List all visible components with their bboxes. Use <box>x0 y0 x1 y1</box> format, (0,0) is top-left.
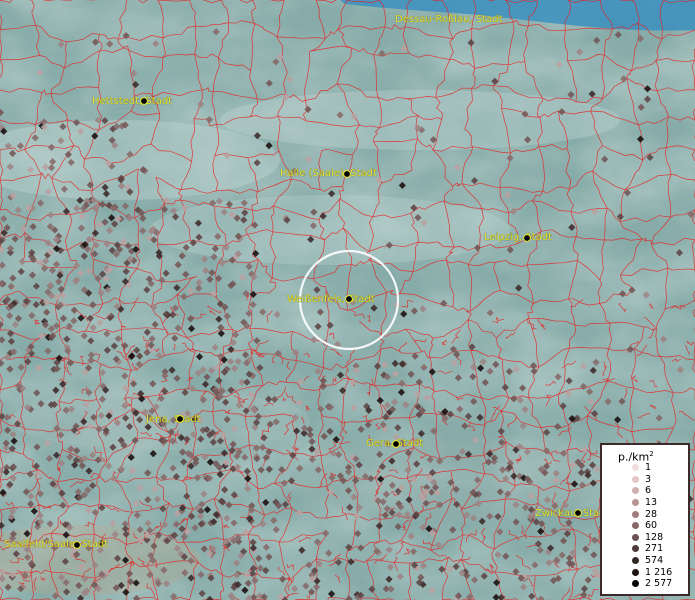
city-marker-weissenfels <box>345 295 353 303</box>
legend-swatch <box>632 568 639 576</box>
legend-swatch <box>632 522 639 530</box>
legend-label: 1 216 <box>645 566 673 578</box>
legend-label: 3 <box>645 473 652 485</box>
legend-item: 3 <box>608 474 684 486</box>
city-gera[interactable]: Gera, Stadt <box>366 438 424 449</box>
legend-rows: 1 3 6 13 28 60 128 271 574 1 216 2 577 <box>608 462 684 590</box>
legend-label: 271 <box>645 543 664 555</box>
city-saalfeld[interactable]: Saalfeld/Saale, Stadt <box>4 539 109 550</box>
city-halle[interactable]: Halle (Saale), Stadt <box>280 168 377 179</box>
legend-item: 28 <box>608 508 684 520</box>
legend-swatch <box>632 557 639 565</box>
city-label-zwickau: Zwickau, Stadt <box>535 508 609 519</box>
population-density-map[interactable]: Dessau-Roßlau, Stadt Hettstedt, Stadt Ha… <box>0 0 695 600</box>
city-label-leipzig: Leipzig, Stadt <box>484 232 552 243</box>
density-legend: p./km2 1 3 6 13 28 60 128 271 574 1 216 … <box>600 443 690 596</box>
legend-label: 13 <box>645 497 658 509</box>
legend-swatch <box>632 499 639 507</box>
legend-item: 2 577 <box>608 578 684 590</box>
legend-label: 1 <box>645 462 652 474</box>
city-weissenfels[interactable]: Weißenfels, Stadt <box>287 294 375 305</box>
city-zwickau[interactable]: Zwickau, Stadt <box>535 508 610 519</box>
legend-item: 6 <box>608 485 684 497</box>
legend-item: 271 <box>608 543 684 555</box>
city-marker-leipzig <box>523 234 531 242</box>
city-marker-halle <box>343 170 351 178</box>
city-marker-gera <box>392 440 400 448</box>
legend-label: 574 <box>645 555 664 567</box>
city-marker-saalfeld <box>73 541 81 549</box>
legend-item: 574 <box>608 555 684 567</box>
legend-label: 2 577 <box>645 578 673 590</box>
city-marker-hettstedt <box>140 97 148 105</box>
legend-item: 13 <box>608 497 684 509</box>
city-label-jena: Jena, Stadt <box>145 414 201 425</box>
city-label-saalfeld: Saalfeld/Saale, Stadt <box>4 539 108 550</box>
city-leipzig[interactable]: Leipzig, Stadt <box>484 232 553 243</box>
legend-label: 28 <box>645 508 658 520</box>
city-label-halle: Halle (Saale), Stadt <box>280 168 377 179</box>
legend-swatch <box>632 533 639 541</box>
legend-label: 60 <box>645 520 658 532</box>
legend-title: p./km2 <box>618 450 654 464</box>
legend-item: 128 <box>608 532 684 544</box>
legend-swatch <box>632 580 639 588</box>
legend-swatch <box>632 487 639 495</box>
legend-swatch <box>632 545 639 553</box>
city-label-weissenfels: Weißenfels, Stadt <box>287 294 375 305</box>
legend-item: 60 <box>608 520 684 532</box>
legend-label: 128 <box>645 531 664 543</box>
legend-label: 6 <box>645 485 652 497</box>
city-marker-zwickau <box>574 509 582 517</box>
legend-swatch <box>632 510 639 518</box>
city-marker-jena <box>176 415 184 423</box>
city-label-dessau: Dessau-Roßlau, Stadt <box>395 14 503 25</box>
city-hettstedt[interactable]: Hettstedt, Stadt <box>92 96 173 107</box>
city-jena[interactable]: Jena, Stadt <box>145 414 201 425</box>
legend-swatch <box>632 464 639 472</box>
city-dessau[interactable]: Dessau-Roßlau, Stadt <box>395 14 503 25</box>
city-label-hettstedt: Hettstedt, Stadt <box>92 96 172 107</box>
legend-swatch <box>632 475 639 483</box>
legend-item: 1 216 <box>608 566 684 578</box>
